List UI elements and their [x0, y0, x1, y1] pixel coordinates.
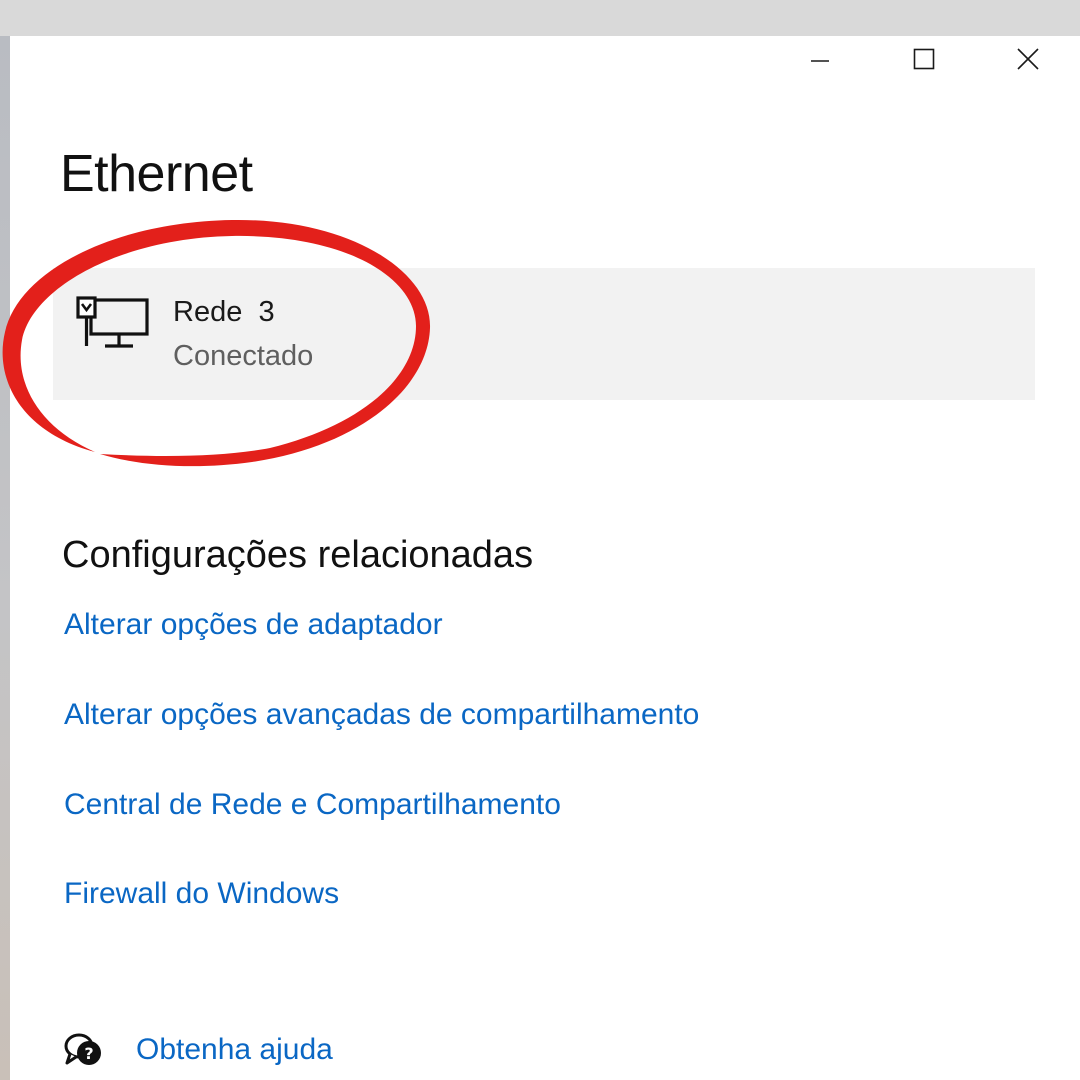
change-advanced-sharing-link[interactable]: Alterar opções avançadas de compartilham…: [64, 700, 699, 730]
ethernet-monitor-icon: [76, 296, 149, 348]
close-icon: [1017, 48, 1039, 70]
window-top-strip: [0, 0, 1080, 36]
help-chat-icon: ?: [64, 1033, 101, 1065]
network-sharing-center-link[interactable]: Central de Rede e Compartilhamento: [64, 790, 561, 820]
maximize-icon: [913, 48, 935, 70]
page-title: Ethernet: [60, 145, 253, 203]
maximize-button[interactable]: [872, 36, 976, 82]
minimize-button[interactable]: [768, 36, 872, 82]
related-settings-heading: Configurações relacionadas: [62, 534, 534, 576]
network-status: Conectado: [173, 340, 314, 372]
close-button[interactable]: [976, 36, 1080, 82]
network-name: Rede 3: [173, 296, 275, 328]
window-controls: [768, 36, 1080, 82]
window-left-edge: [0, 36, 10, 1080]
change-adapter-options-link[interactable]: Alterar opções de adaptador: [64, 610, 443, 640]
settings-window: Ethernet Rede 3 Conectado Configurações …: [0, 0, 1080, 1080]
windows-firewall-link[interactable]: Firewall do Windows: [64, 879, 339, 909]
get-help-link[interactable]: Obtenha ajuda: [136, 1035, 333, 1065]
svg-text:?: ?: [84, 1044, 93, 1063]
network-connection-card[interactable]: Rede 3 Conectado: [53, 268, 1035, 400]
get-help-row[interactable]: ? Obtenha ajuda: [64, 1030, 333, 1070]
minimize-icon: [811, 60, 829, 62]
